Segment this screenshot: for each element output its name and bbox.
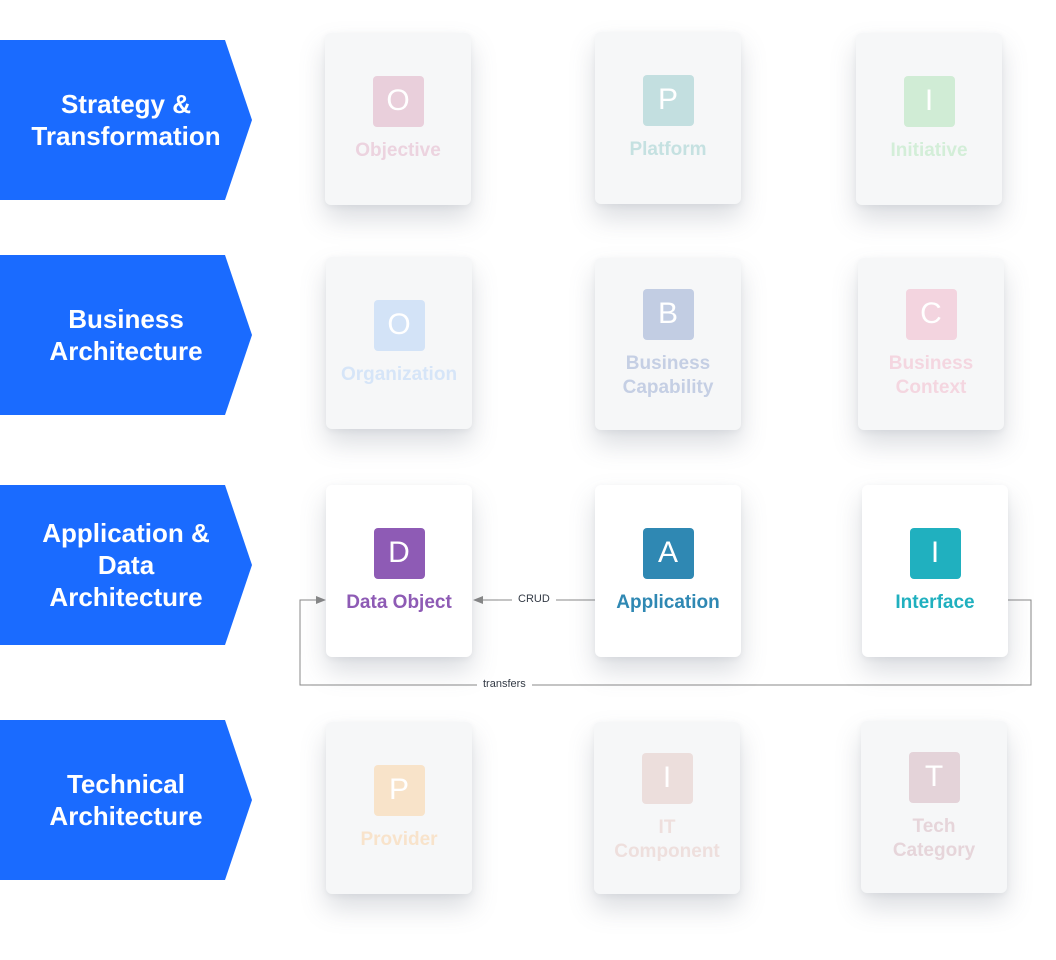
card-label: Data Object	[346, 591, 452, 613]
card-label: Tech Category	[892, 815, 976, 861]
card-label: Platform	[629, 138, 707, 160]
crud-edge-label: CRUD	[512, 593, 556, 605]
card-data-object[interactable]: D Data Object	[326, 485, 472, 657]
card-business-capability[interactable]: B Business Capability	[595, 258, 741, 430]
interface-badge-icon: I	[909, 527, 961, 579]
card-application[interactable]: A Application	[595, 485, 741, 657]
capability-badge-icon: B	[642, 288, 694, 340]
it-component-badge-icon: I	[641, 752, 693, 804]
tech-category-badge-icon: T	[908, 751, 960, 803]
initiative-badge-icon: I	[903, 75, 955, 127]
card-tech-category[interactable]: T Tech Category	[861, 721, 1007, 893]
card-label: Business Capability	[622, 352, 714, 398]
card-organization[interactable]: O Organization	[326, 257, 472, 429]
data-object-badge-icon: D	[373, 527, 425, 579]
card-business-context[interactable]: C Business Context	[858, 258, 1004, 430]
transfers-edge-label: transfers	[477, 678, 532, 690]
platform-badge-icon: P	[642, 74, 694, 126]
card-objective[interactable]: O Objective	[325, 33, 471, 205]
card-label: Business Context	[888, 352, 974, 398]
card-label: Organization	[340, 363, 458, 385]
card-initiative[interactable]: I Initiative	[856, 33, 1002, 205]
card-label: IT Component	[614, 816, 720, 862]
card-label: Provider	[360, 828, 438, 850]
card-interface[interactable]: I Interface	[862, 485, 1008, 657]
card-label: Interface	[895, 591, 975, 613]
context-badge-icon: C	[905, 288, 957, 340]
card-it-component[interactable]: I IT Component	[594, 722, 740, 894]
objective-badge-icon: O	[372, 75, 424, 127]
card-label: Objective	[355, 139, 441, 161]
card-provider[interactable]: P Provider	[326, 722, 472, 894]
application-badge-icon: A	[642, 527, 694, 579]
card-platform[interactable]: P Platform	[595, 32, 741, 204]
card-label: Application	[616, 591, 720, 613]
provider-badge-icon: P	[373, 764, 425, 816]
card-label: Initiative	[890, 139, 968, 161]
organization-badge-icon: O	[373, 299, 425, 351]
